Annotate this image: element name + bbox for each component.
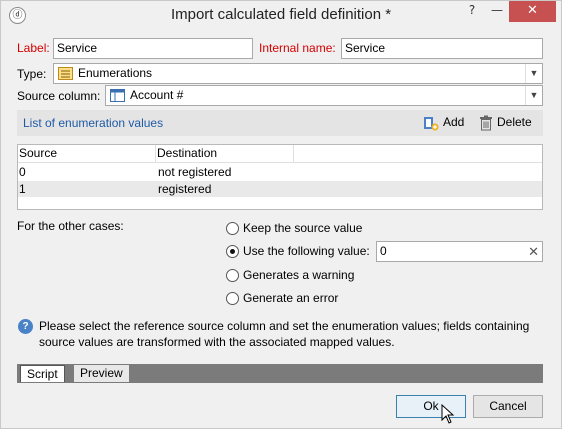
help-text: Please select the reference source colum… <box>39 319 530 349</box>
row-destination: not registered <box>158 165 232 179</box>
trash-icon <box>480 115 492 131</box>
row-source: 1 <box>19 182 26 196</box>
type-value: Enumerations <box>78 66 153 80</box>
other-cases-caption: For the other cases: <box>17 219 124 233</box>
source-column-value: Account # <box>130 88 184 102</box>
row-destination: registered <box>158 182 212 196</box>
column-header-source[interactable]: Source <box>18 145 156 163</box>
radio-error[interactable] <box>226 292 239 305</box>
type-caption: Type: <box>17 67 47 81</box>
enumeration-icon <box>58 67 73 80</box>
tab-preview[interactable]: Preview <box>74 365 129 382</box>
column-header-destination[interactable]: Destination <box>156 145 294 163</box>
chevron-down-icon[interactable]: ▼ <box>525 64 542 83</box>
radio-keep-source-label[interactable]: Keep the source value <box>243 221 362 235</box>
chevron-down-icon[interactable]: ▼ <box>525 86 542 105</box>
radio-use-value-label[interactable]: Use the following value: <box>243 244 370 258</box>
close-button[interactable]: ✕ <box>509 1 556 22</box>
enum-table[interactable]: Source Destination 0 not registered 1 re… <box>17 144 543 210</box>
add-button[interactable]: Add <box>423 115 464 131</box>
type-select[interactable]: Enumerations ▼ <box>53 63 543 84</box>
enum-list-header: List of enumeration values Add Delete <box>17 110 543 136</box>
column-icon <box>110 89 125 102</box>
source-column-select[interactable]: Account # ▼ <box>105 85 543 106</box>
label-input[interactable]: Service <box>53 38 253 59</box>
dialog-window: ⓓ Import calculated field definition * ?… <box>0 0 562 429</box>
row-source: 0 <box>19 165 26 179</box>
add-icon <box>424 117 439 131</box>
title-bar[interactable]: ⓓ Import calculated field definition * ?… <box>1 1 561 31</box>
table-row[interactable]: 1 registered <box>18 181 542 197</box>
radio-warning[interactable] <box>226 269 239 282</box>
following-value-input[interactable]: 0 ✕ <box>376 241 543 262</box>
mouse-cursor-icon <box>441 404 455 424</box>
radio-warning-label[interactable]: Generates a warning <box>243 268 354 282</box>
help-button[interactable]: ? <box>463 1 481 22</box>
minimize-button[interactable]: — <box>488 1 506 22</box>
column-header-filler <box>294 145 542 163</box>
cancel-button[interactable]: Cancel <box>473 395 543 418</box>
add-label: Add <box>443 115 465 130</box>
enum-list-title: List of enumeration values <box>23 116 164 130</box>
question-icon: ? <box>18 319 33 334</box>
tabs-bar: Script Preview <box>17 364 543 383</box>
clear-icon[interactable]: ✕ <box>528 242 539 261</box>
ok-button[interactable]: Ok <box>396 395 466 418</box>
source-column-caption: Source column: <box>17 89 101 103</box>
internal-name-input[interactable]: Service <box>341 38 543 59</box>
table-row[interactable]: 0 not registered <box>18 164 542 180</box>
tab-script[interactable]: Script <box>20 365 65 382</box>
delete-button[interactable]: Delete <box>479 115 532 131</box>
delete-label: Delete <box>497 115 532 130</box>
internal-name-caption: Internal name: <box>259 41 336 55</box>
radio-use-value[interactable] <box>226 245 239 258</box>
following-value-text: 0 <box>380 244 387 258</box>
radio-keep-source[interactable] <box>226 222 239 235</box>
label-caption: Label: <box>17 41 50 55</box>
radio-error-label[interactable]: Generate an error <box>243 291 338 305</box>
